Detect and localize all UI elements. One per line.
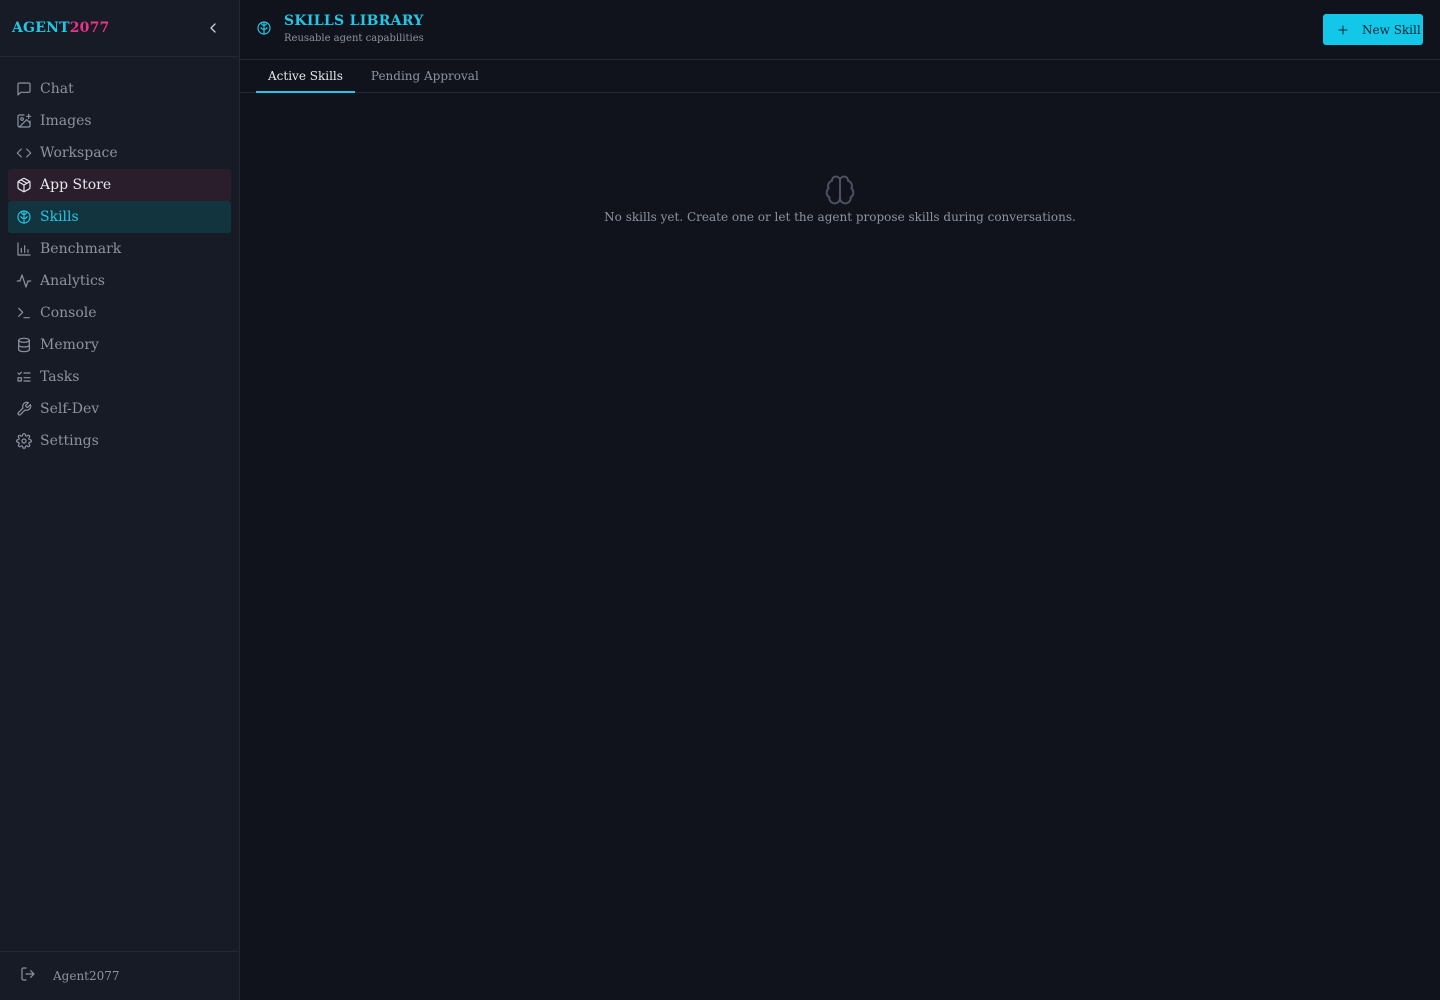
- sidebar-item-label: Self-Dev: [40, 401, 100, 417]
- skills-tabs: Active Skills Pending Approval: [240, 60, 1440, 93]
- list-checks-icon: [16, 369, 32, 385]
- main-content: SKILLS LIBRARY Reusable agent capabiliti…: [240, 0, 1440, 1000]
- brand-header: AGENT2077: [0, 0, 239, 57]
- page-title: SKILLS LIBRARY: [284, 12, 424, 29]
- sidebar-item-chat[interactable]: Chat: [8, 73, 231, 105]
- logout-icon[interactable]: [20, 966, 36, 986]
- sidebar-item-label: Console: [40, 305, 97, 321]
- brain-icon: [256, 20, 272, 40]
- sidebar-item-console[interactable]: Console: [8, 297, 231, 329]
- sidebar-item-label: Memory: [40, 337, 99, 353]
- tab-pending-approval[interactable]: Pending Approval: [359, 60, 491, 92]
- empty-state: No skills yet. Create one or let the age…: [240, 174, 1440, 224]
- page-header: SKILLS LIBRARY Reusable agent capabiliti…: [240, 0, 1440, 60]
- plus-icon: [1338, 25, 1348, 34]
- sidebar-item-tasks[interactable]: Tasks: [8, 361, 231, 393]
- chevron-left-icon: [210, 23, 216, 33]
- database-icon: [16, 337, 32, 353]
- brand-text-agent: AGENT: [12, 20, 70, 36]
- sidebar-item-memory[interactable]: Memory: [8, 329, 231, 361]
- sidebar-item-label: Workspace: [40, 145, 118, 161]
- sidebar-item-label: App Store: [40, 177, 112, 193]
- code-icon: [16, 145, 32, 161]
- message-square-icon: [16, 81, 32, 97]
- wrench-icon: [16, 401, 32, 417]
- terminal-icon: [16, 305, 32, 321]
- sidebar-item-label: Images: [40, 113, 92, 129]
- sidebar-item-settings[interactable]: Settings: [8, 425, 231, 457]
- new-skill-button-label: New Skill: [1362, 22, 1421, 37]
- page-subtitle: Reusable agent capabilities: [284, 32, 424, 44]
- empty-state-message: No skills yet. Create one or let the age…: [604, 210, 1076, 224]
- sidebar-item-skills[interactable]: Skills: [8, 201, 231, 233]
- image-plus-icon: [16, 113, 32, 129]
- sidebar-footer: Agent2077: [0, 951, 239, 1000]
- sidebar-item-app-store[interactable]: App Store: [8, 169, 231, 201]
- sidebar-item-self-dev[interactable]: Self-Dev: [8, 393, 231, 425]
- current-user-name: Agent2077: [53, 969, 120, 983]
- sidebar-nav: Chat Images Workspace App Store Skills B…: [0, 57, 239, 457]
- new-skill-button[interactable]: New Skill: [1323, 14, 1423, 45]
- sidebar-item-label: Chat: [40, 81, 74, 97]
- sidebar: AGENT2077 Chat Images Workspace App Stor…: [0, 0, 240, 1000]
- header-text: SKILLS LIBRARY Reusable agent capabiliti…: [284, 12, 424, 46]
- package-icon: [16, 177, 32, 193]
- brand-logo[interactable]: AGENT2077: [12, 20, 109, 36]
- sidebar-item-benchmark[interactable]: Benchmark: [8, 233, 231, 265]
- sidebar-item-analytics[interactable]: Analytics: [8, 265, 231, 297]
- activity-icon: [16, 273, 32, 289]
- collapse-sidebar-button[interactable]: [203, 18, 223, 38]
- sidebar-item-label: Benchmark: [40, 241, 122, 257]
- sidebar-item-images[interactable]: Images: [8, 105, 231, 137]
- brain-icon: [16, 209, 32, 225]
- sidebar-item-label: Skills: [40, 209, 79, 225]
- gear-icon: [16, 433, 32, 449]
- bar-chart-icon: [16, 241, 32, 257]
- sidebar-item-label: Analytics: [40, 273, 105, 289]
- brain-icon: [240, 174, 1440, 206]
- brand-text-2077: 2077: [69, 20, 110, 36]
- sidebar-item-label: Settings: [40, 433, 99, 449]
- sidebar-item-label: Tasks: [40, 369, 80, 385]
- sidebar-item-workspace[interactable]: Workspace: [8, 137, 231, 169]
- tab-active-skills[interactable]: Active Skills: [256, 60, 355, 93]
